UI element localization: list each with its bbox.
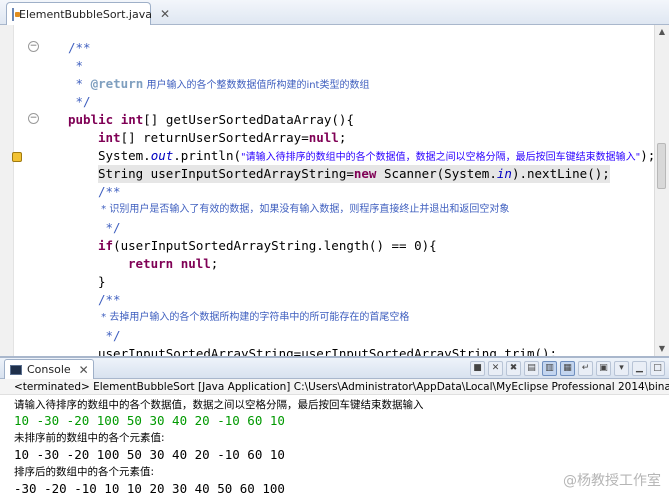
scroll-down-icon[interactable]: ▼ (655, 342, 669, 356)
keyword: if (98, 238, 114, 253)
fold-collapse-icon[interactable]: − (28, 41, 39, 52)
scroll-up-icon[interactable]: ▲ (655, 25, 669, 39)
keyword: null (308, 130, 339, 145)
keyword: null (180, 256, 211, 271)
editor-tab-bar: ElementBubbleSort.java ✕ (0, 0, 669, 25)
code-text: .println( (173, 148, 241, 163)
console-status-line: <terminated> ElementBubbleSort [Java App… (0, 379, 669, 395)
console-line: 未排序前的数组中的各个元素值: (14, 432, 165, 444)
code-line: System.out.println("请输入待排序的数组中的各个数据值，数据之… (98, 147, 655, 165)
clear-console-icon[interactable]: ▤ (524, 361, 539, 376)
console-line-user-input: 10 -30 -20 100 50 30 40 20 -10 60 10 (14, 413, 285, 428)
code-line: /** (98, 184, 121, 199)
java-file-icon (12, 7, 20, 21)
code-line: int[] returnUserSortedArray=null; (98, 129, 346, 147)
keyword: return (128, 256, 174, 271)
open-console-icon[interactable]: ▾ (614, 361, 629, 376)
code-line: */ (98, 328, 121, 343)
close-icon[interactable]: ✕ (160, 7, 170, 21)
code-text: ; (210, 256, 219, 271)
console-icon (10, 364, 22, 375)
code-line: */ (68, 94, 91, 109)
console-toolbar: ■ ✕ ✖ ▤ ▥ ▦ ↵ ▣ ▾ ▁ □ (470, 361, 665, 377)
keyword: int (98, 130, 121, 145)
tab-console[interactable]: Console ✕ (4, 359, 94, 379)
code-text: String userInputSortedArrayString= (98, 166, 354, 181)
remove-all-icon[interactable]: ✖ (506, 361, 521, 376)
code-line: public int[] getUserSortedDataArray(){ (68, 111, 354, 129)
display-console-icon[interactable]: ▣ (596, 361, 611, 376)
code-line: */ (98, 220, 121, 235)
code-lines: /** * * @return 用户输入的各个整数数据值所构建的int类型的数组… (40, 25, 655, 357)
code-line: } (98, 274, 106, 289)
code-line: * 去掉用户输入的各个数据所构建的字符串中的所可能存在的首尾空格 (98, 312, 410, 323)
editor-vertical-scrollbar[interactable]: ▲ ▼ (654, 25, 669, 356)
scroll-thumb[interactable] (657, 143, 666, 189)
code-line: userInputSortedArrayString=userInputSort… (98, 346, 558, 357)
tab-label: ElementBubbleSort.java (19, 7, 152, 21)
code-line: * @return 用户输入的各个整数数据值所构建的int类型的数组 (68, 76, 370, 91)
code-text: ); (640, 148, 656, 163)
code-line: /** (98, 292, 121, 307)
keyword: new (353, 166, 377, 181)
console-line: 10 -30 -20 100 50 30 40 20 -10 60 10 (14, 447, 285, 462)
console-line: -30 -20 -10 10 10 20 30 40 50 60 100 (14, 481, 285, 496)
code-line: * 识别用户是否输入了有效的数据，如果没有输入数据，则程序直接终止并退出和返回空… (98, 204, 510, 215)
code-text: [] getUserSortedDataArray(){ (143, 112, 354, 127)
code-line: return null; (128, 255, 218, 273)
code-text: (userInputSortedArrayString.length() == … (113, 238, 437, 253)
minimize-icon[interactable]: ▁ (632, 361, 647, 376)
console-line: 排序后的数组中的各个元素值: (14, 466, 155, 478)
tab-elementbubblesort-java[interactable]: ElementBubbleSort.java ✕ (6, 2, 170, 25)
code-text: Scanner(System. (376, 166, 497, 181)
fold-collapse-icon[interactable]: − (28, 113, 39, 124)
field: in (496, 166, 512, 181)
keyword: int (120, 112, 144, 127)
code-line: * (68, 58, 84, 73)
comment-text: 用户输入的各个整数数据值所构建的int类型的数组 (143, 80, 370, 91)
code-line: String userInputSortedArrayString=new Sc… (98, 165, 610, 183)
stop-icon[interactable]: ■ (470, 361, 485, 376)
code-line: /** (68, 40, 91, 55)
console-tab-label: Console (27, 363, 71, 376)
keyword: public (68, 112, 114, 127)
watermark: @杨教授工作室 (563, 473, 661, 489)
string-literal: "请输入待排序的数组中的各个数据值，数据之间以空格分隔，最后按回车键结束数据输入… (241, 152, 641, 163)
maximize-icon[interactable]: □ (650, 361, 665, 376)
warning-marker-icon[interactable] (12, 152, 22, 162)
code-line: if(userInputSortedArrayString.length() =… (98, 237, 437, 255)
word-wrap-icon[interactable]: ↵ (578, 361, 593, 376)
pin-console-icon[interactable]: ▦ (560, 361, 575, 376)
code-text: System. (98, 148, 151, 163)
code-text: ; (338, 130, 347, 145)
code-editor[interactable]: − − /** * * @return 用户输入的各个整数数据值所构建的int类… (0, 25, 669, 357)
remove-launch-icon[interactable]: ✕ (488, 361, 503, 376)
close-icon[interactable]: ✕ (79, 363, 89, 377)
code-text: [] returnUserSortedArray= (120, 130, 309, 145)
javadoc-tag: @return (90, 76, 144, 91)
left-ruler (0, 25, 14, 356)
code-text: ).nextLine(); (511, 166, 610, 181)
field: out (150, 148, 174, 163)
scroll-lock-icon[interactable]: ▥ (542, 361, 557, 376)
console-tab-bar: Console ✕ ■ ✕ ✖ ▤ ▥ ▦ ↵ ▣ ▾ ▁ □ (0, 357, 669, 379)
